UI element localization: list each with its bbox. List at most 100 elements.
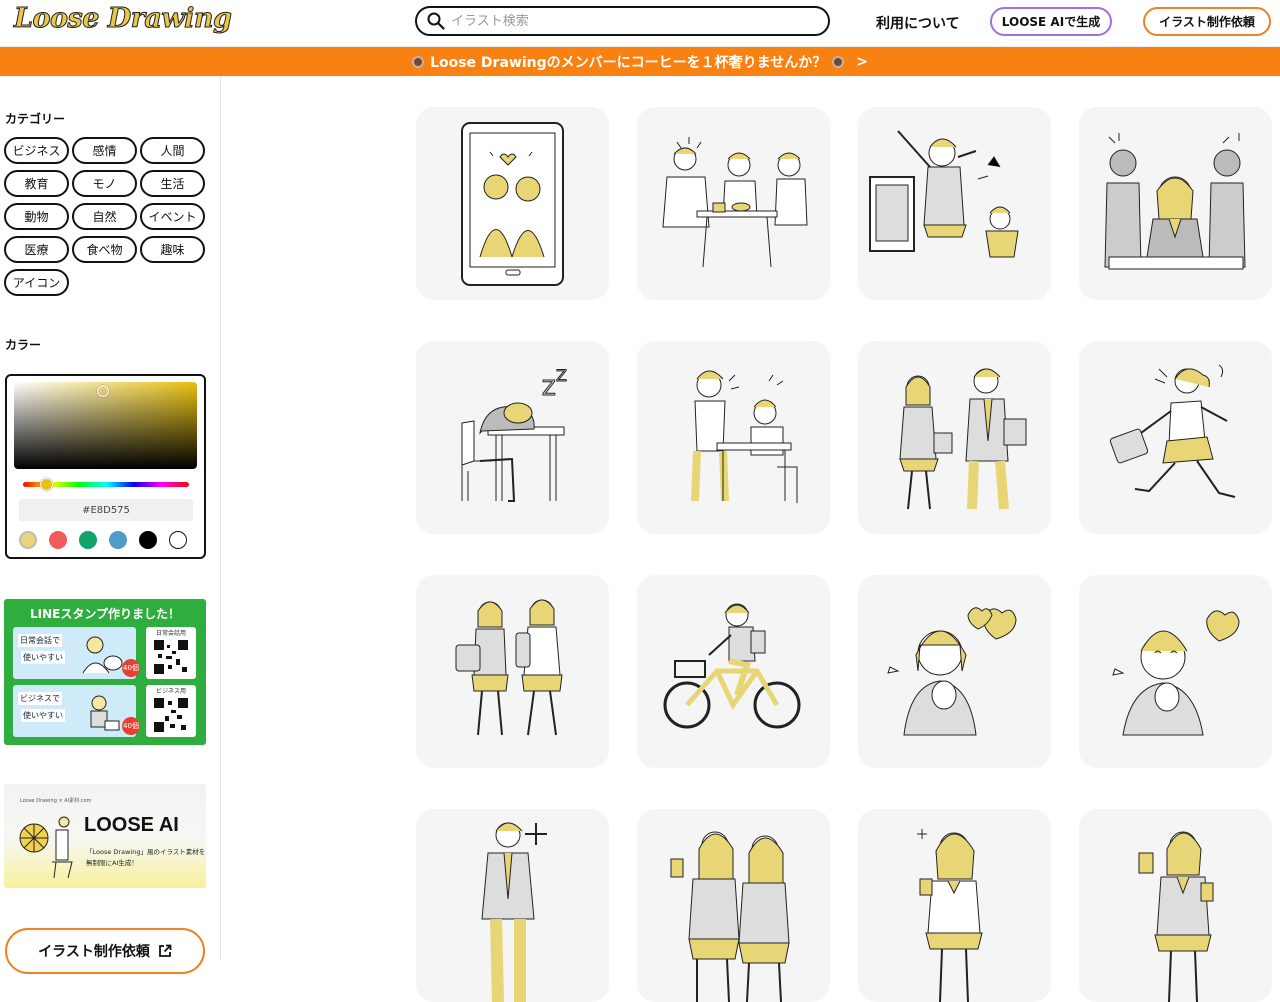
- qr-code-icon: [154, 640, 188, 674]
- sidebar: カテゴリー ビジネス 感情 人間 教育 モノ 生活 動物 自然 イベント 医療 …: [0, 76, 221, 974]
- smartphone-couple-illustration: [461, 122, 564, 286]
- businessperson-illustration-icon: [90, 695, 120, 731]
- color-title: カラー: [5, 338, 42, 352]
- stamp-count-badge: 40個: [122, 717, 140, 735]
- search-icon: [427, 12, 445, 30]
- category-human[interactable]: 人間: [140, 137, 205, 164]
- illustration-card[interactable]: [1079, 107, 1272, 300]
- search-input[interactable]: [451, 13, 791, 29]
- picker-handle[interactable]: [97, 385, 109, 397]
- illustration-card[interactable]: [637, 575, 830, 768]
- loose-ai-ad[interactable]: Loose Drawing × AI素材.com LOOSE AI 「Loose…: [4, 784, 206, 888]
- illustration-card[interactable]: [416, 107, 609, 300]
- loose-ai-button[interactable]: LOOSE AIで生成: [990, 7, 1112, 36]
- illustration-card[interactable]: [416, 809, 609, 1002]
- line-card-text: ビジネスで: [18, 692, 62, 705]
- illustration-card[interactable]: [858, 107, 1051, 300]
- illustration-card[interactable]: [637, 341, 830, 534]
- students-at-desk-illustration: [691, 370, 798, 503]
- site-logo[interactable]: Loose Drawing: [13, 3, 232, 35]
- smiling-girl-with-heart-illustration: [887, 607, 1017, 736]
- illustration-card[interactable]: [637, 809, 830, 1002]
- coffee-banner[interactable]: Loose Drawingのメンバーにコーヒーを１杯奢りませんか？ >: [0, 47, 1280, 76]
- businessman-standing-illustration: [481, 822, 547, 1002]
- swatch-blue[interactable]: [109, 531, 127, 549]
- category-things[interactable]: モノ: [72, 170, 137, 197]
- category-education[interactable]: 教育: [4, 170, 69, 197]
- category-nature[interactable]: 自然: [72, 203, 137, 230]
- cat-illustration-icon: [82, 636, 123, 674]
- hue-slider-handle[interactable]: [40, 478, 53, 491]
- category-medical[interactable]: 医療: [4, 236, 69, 263]
- line-ad-title: LINEスタンプ作りました！: [30, 607, 180, 621]
- category-hobby[interactable]: 趣味: [140, 236, 205, 263]
- ai-ad-small-text: Loose Drawing × AI素材.com: [20, 798, 92, 804]
- karaoke-singing-illustration: [869, 130, 1019, 258]
- illustration-card[interactable]: [858, 575, 1051, 768]
- hex-value[interactable]: #E8D575: [19, 499, 193, 521]
- svg-text:Z: Z: [542, 376, 556, 400]
- category-icon[interactable]: アイコン: [4, 269, 69, 296]
- category-emotion[interactable]: 感情: [72, 137, 137, 164]
- ai-ad-desc-line: 無制限にAI生成！: [86, 859, 138, 867]
- line-card-daily: 日常会話で 使いやすい 40個: [13, 627, 140, 679]
- coffee-icon: [832, 55, 845, 68]
- header: Loose Drawing 利用について LOOSE AIで生成 イラスト制作依…: [0, 0, 1280, 47]
- smiling-boy-with-heart-illustration: [1112, 610, 1240, 736]
- line-card-text: 使いやすい: [21, 709, 65, 722]
- two-business-people-walking-illustration: [899, 368, 1027, 510]
- category-event[interactable]: イベント: [140, 203, 205, 230]
- illustration-card[interactable]: [637, 107, 830, 300]
- qr-caption: 日常会話用: [155, 630, 186, 637]
- coffee-icon: [412, 55, 425, 68]
- category-food[interactable]: 食べ物: [72, 236, 137, 263]
- swatch-black[interactable]: [139, 531, 157, 549]
- nav-about-link[interactable]: 利用について: [876, 13, 960, 33]
- request-illustration-button[interactable]: イラスト制作依頼: [1143, 7, 1271, 36]
- line-stamp-ad[interactable]: LINEスタンプ作りました！ 日常会話で 使いやすい 40個 日常会話用 ビジネ…: [4, 599, 206, 745]
- category-animals[interactable]: 動物: [4, 203, 69, 230]
- qr-code-business[interactable]: ビジネス用: [146, 685, 196, 737]
- line-card-text: 日常会話で: [18, 634, 62, 647]
- qr-code-daily[interactable]: 日常会話用: [146, 627, 196, 679]
- illustration-card[interactable]: [1079, 341, 1272, 534]
- swatch-white[interactable]: [169, 531, 187, 549]
- illustration-card[interactable]: [416, 575, 609, 768]
- ai-ad-desc-line: 「Loose Drawing」風のイラスト素材を: [86, 848, 206, 856]
- swatch-yellow[interactable]: [19, 531, 37, 549]
- color-picker-panel: #E8D575: [5, 374, 206, 559]
- girl-thinking-illustration: [917, 829, 983, 1002]
- person-on-bicycle-illustration: [663, 603, 801, 729]
- svg-text:Z: Z: [556, 366, 567, 385]
- line-card-text: 使いやすい: [21, 651, 65, 664]
- qr-caption: ビジネス用: [155, 688, 186, 695]
- illustration-card[interactable]: [858, 809, 1051, 1002]
- group-meeting-illustration: [662, 137, 808, 268]
- illustration-card[interactable]: ZZ: [416, 341, 609, 534]
- running-with-bag-illustration: [1109, 364, 1236, 498]
- category-life[interactable]: 生活: [140, 170, 205, 197]
- banner-arrow-icon: >: [856, 53, 868, 70]
- sidebar-request-button[interactable]: イラスト制作依頼: [5, 928, 205, 974]
- swatch-red[interactable]: [49, 531, 67, 549]
- category-business[interactable]: ビジネス: [4, 137, 69, 164]
- color-swatches: [19, 531, 187, 549]
- illustration-card[interactable]: [858, 341, 1051, 534]
- ai-ad-title: LOOSE AI: [84, 814, 179, 836]
- search-bar[interactable]: [415, 6, 830, 36]
- person-between-coworkers-illustration: [1104, 133, 1246, 270]
- external-link-icon: [158, 944, 172, 957]
- swatch-green[interactable]: [79, 531, 97, 549]
- request-button-label: イラスト制作依頼: [38, 944, 150, 960]
- artist-illustration-icon: [19, 816, 73, 879]
- category-title: カテゴリー: [5, 112, 66, 126]
- banner-text: Loose Drawingのメンバーにコーヒーを１杯奢りませんか？: [430, 54, 827, 71]
- category-list: ビジネス 感情 人間 教育 モノ 生活 動物 自然 イベント 医療 食べ物 趣味…: [4, 137, 210, 296]
- ai-ad-description: 「Loose Drawing」風のイラスト素材を 無制限にAI生成！: [86, 847, 205, 869]
- line-card-business: ビジネスで 使いやすい 40個: [13, 685, 140, 737]
- illustration-card[interactable]: [1079, 575, 1272, 768]
- boy-with-drink-illustration: [1138, 831, 1214, 1002]
- stamp-count-badge: 40個: [122, 659, 140, 677]
- sleeping-at-desk-illustration: ZZ: [461, 366, 568, 502]
- illustration-card[interactable]: [1079, 809, 1272, 1002]
